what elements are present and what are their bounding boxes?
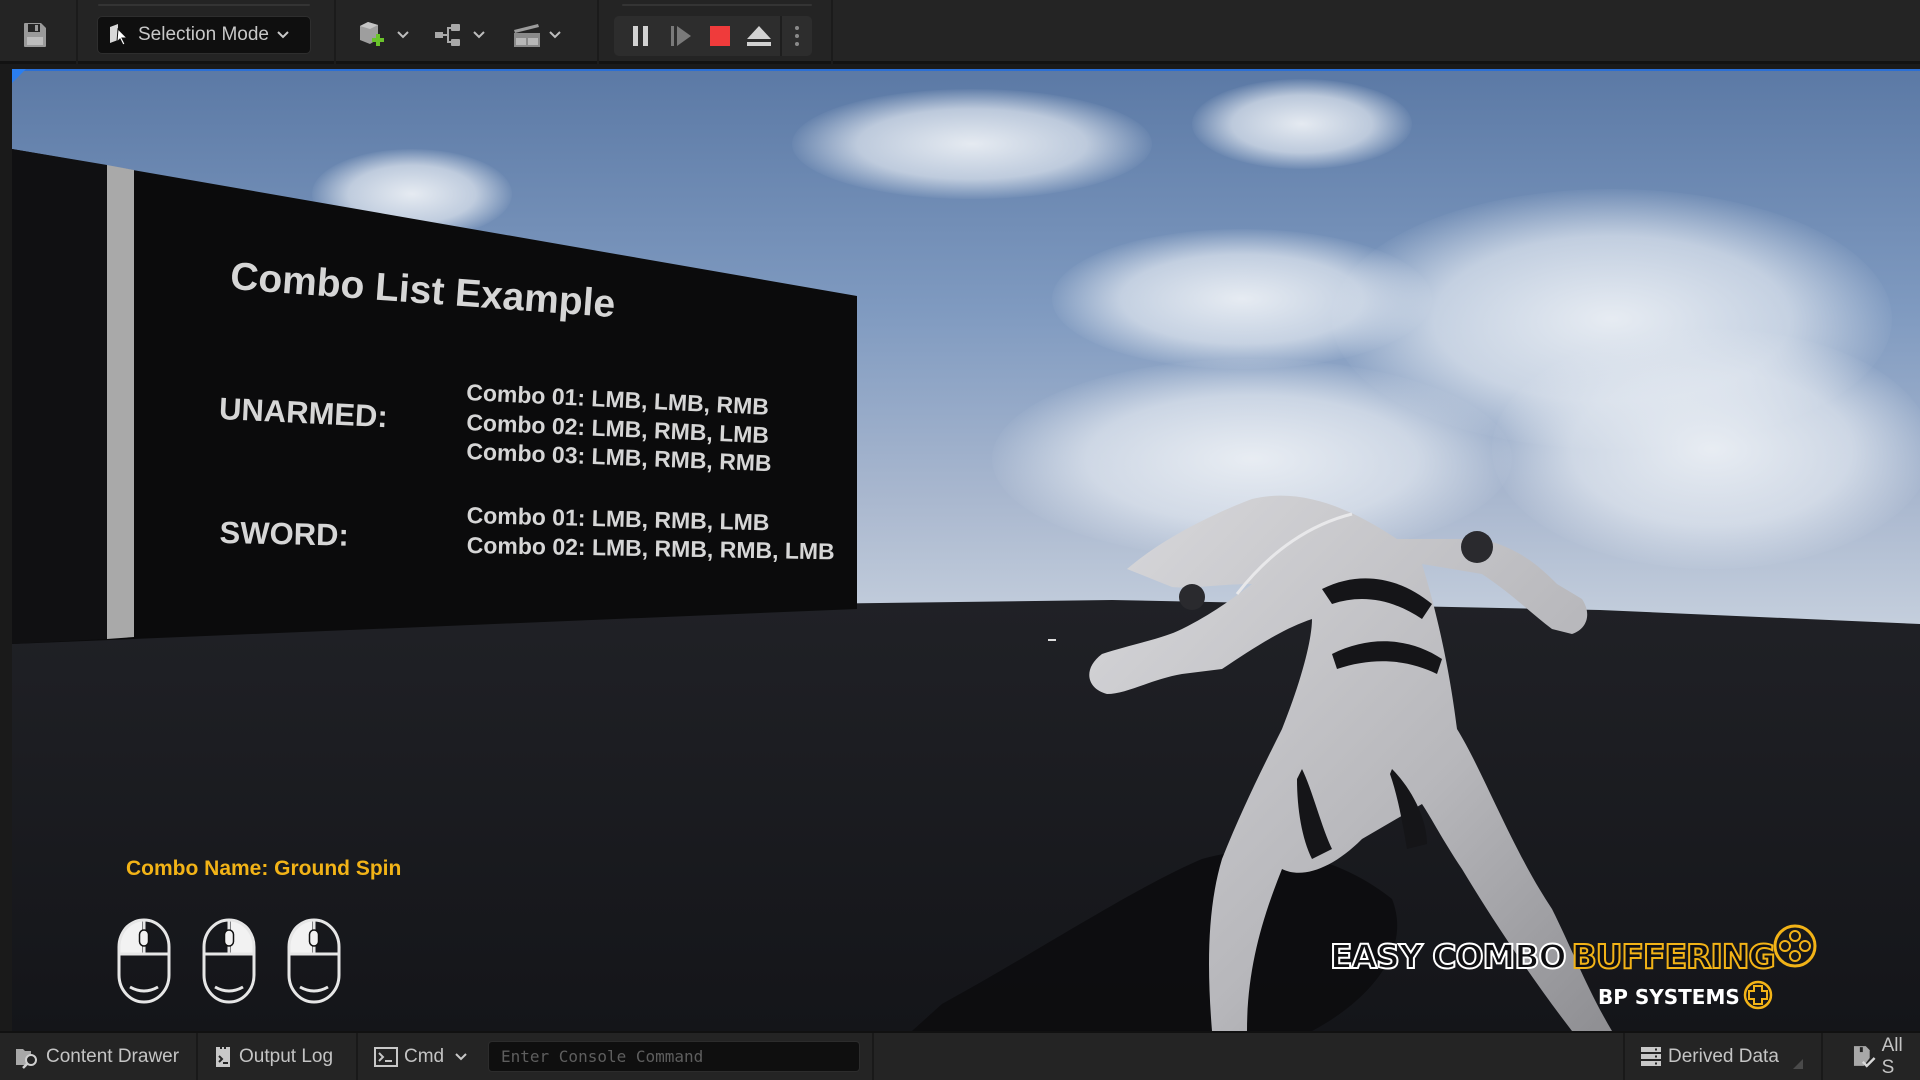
- level-viewport[interactable]: Combo List Example UNARMED: Combo 01: LM…: [12, 69, 1920, 1031]
- viewport-focus-border: [12, 69, 1920, 71]
- toolbar-separator: [780, 16, 782, 56]
- clapperboard-icon: [514, 24, 540, 47]
- wall-side-face: [12, 149, 107, 644]
- console-command-input[interactable]: [488, 1041, 860, 1072]
- derived-data-label: Derived Data: [1668, 1045, 1779, 1067]
- blueprint-hierarchy-icon: [435, 24, 460, 46]
- stop-icon: [710, 26, 730, 46]
- wall-pillar: [107, 165, 134, 639]
- chevron-down-icon: [277, 31, 289, 39]
- chevron-down-icon: [549, 31, 561, 39]
- toolbar-separator: [334, 0, 336, 64]
- save-icon: [24, 23, 46, 47]
- cmd-dropdown[interactable]: Cmd: [374, 1033, 474, 1080]
- logo-word-yellow: BUFFERING: [1571, 936, 1777, 977]
- statusbar-separator: [1821, 1033, 1823, 1080]
- add-actor-dropdown[interactable]: [356, 18, 410, 52]
- toolbar-separator: [831, 0, 833, 64]
- statusbar-separator: [1623, 1033, 1625, 1080]
- cinematics-dropdown[interactable]: [512, 18, 562, 52]
- pause-button[interactable]: [626, 16, 656, 56]
- toolbar-separator: [76, 0, 78, 64]
- toolbar-decoration: [622, 4, 812, 6]
- output-log-button[interactable]: Output Log: [213, 1033, 333, 1080]
- mouse-left-click-icon: [117, 918, 171, 1004]
- output-log-icon: [216, 1046, 230, 1067]
- all-saved-label: All S: [1881, 1034, 1903, 1078]
- derived-data-button[interactable]: Derived Data: [1640, 1033, 1809, 1080]
- chevron-down-icon: [473, 31, 485, 39]
- save-button[interactable]: [20, 20, 50, 50]
- all-saved-icon: [1853, 1045, 1876, 1068]
- pause-icon: [633, 26, 648, 46]
- stop-button[interactable]: [705, 16, 735, 56]
- selection-mode-label: Selection Mode: [138, 24, 269, 45]
- gamepad-dpad-icon: [1773, 924, 1817, 968]
- logo-subtitle: BP SYSTEMS: [1598, 985, 1740, 1009]
- status-bar: Content Drawer Output Log Cmd Derived Da…: [0, 1031, 1920, 1080]
- resize-grip-icon: [1792, 1058, 1803, 1069]
- terminal-icon: [374, 1046, 398, 1067]
- chevron-down-icon: [397, 31, 409, 39]
- derived-data-icon: [1641, 1046, 1661, 1066]
- statusbar-separator: [196, 1033, 198, 1080]
- mouse-left-click-icon: [287, 918, 341, 1004]
- play-controls: [614, 16, 812, 56]
- easy-combo-buffering-logo: EASY COMBO BUFFERING BP SYSTEMS: [1329, 924, 1817, 1010]
- more-options-button[interactable]: [784, 16, 810, 56]
- selection-cursor-icon: [110, 24, 129, 46]
- source-control-status-button[interactable]: All S: [1852, 1033, 1920, 1080]
- output-log-label: Output Log: [239, 1045, 334, 1067]
- viewport-corner-marker: [12, 69, 26, 83]
- content-drawer-label: Content Drawer: [46, 1045, 180, 1067]
- statusbar-separator: [356, 1033, 358, 1080]
- toolbar-decoration: [98, 4, 310, 6]
- eject-button[interactable]: [744, 16, 774, 56]
- statusbar-separator: [872, 1033, 874, 1080]
- main-toolbar: Selection Mode: [0, 0, 1920, 64]
- chevron-down-icon: [455, 1052, 467, 1060]
- vertical-dots-icon: [795, 26, 799, 46]
- content-drawer-icon: [16, 1048, 37, 1069]
- toolbar-separator: [597, 0, 599, 64]
- logo-word-white: EASY COMBO: [1329, 936, 1568, 977]
- add-actor-icon: [360, 22, 384, 46]
- mouse-right-click-icon: [202, 918, 256, 1004]
- selection-mode-dropdown[interactable]: Selection Mode: [97, 16, 311, 54]
- frame-skip-button[interactable]: [666, 16, 696, 56]
- step-forward-icon: [671, 26, 691, 46]
- wall-category-sword: SWORD:: [219, 515, 350, 553]
- cmd-label: Cmd: [404, 1045, 445, 1067]
- eject-icon: [747, 26, 771, 46]
- blueprints-dropdown[interactable]: [434, 18, 486, 52]
- content-drawer-button[interactable]: Content Drawer: [14, 1033, 179, 1080]
- dpad-plus-icon: [1743, 980, 1773, 1010]
- hud-combo-name: Combo Name: Ground Spin: [126, 857, 402, 880]
